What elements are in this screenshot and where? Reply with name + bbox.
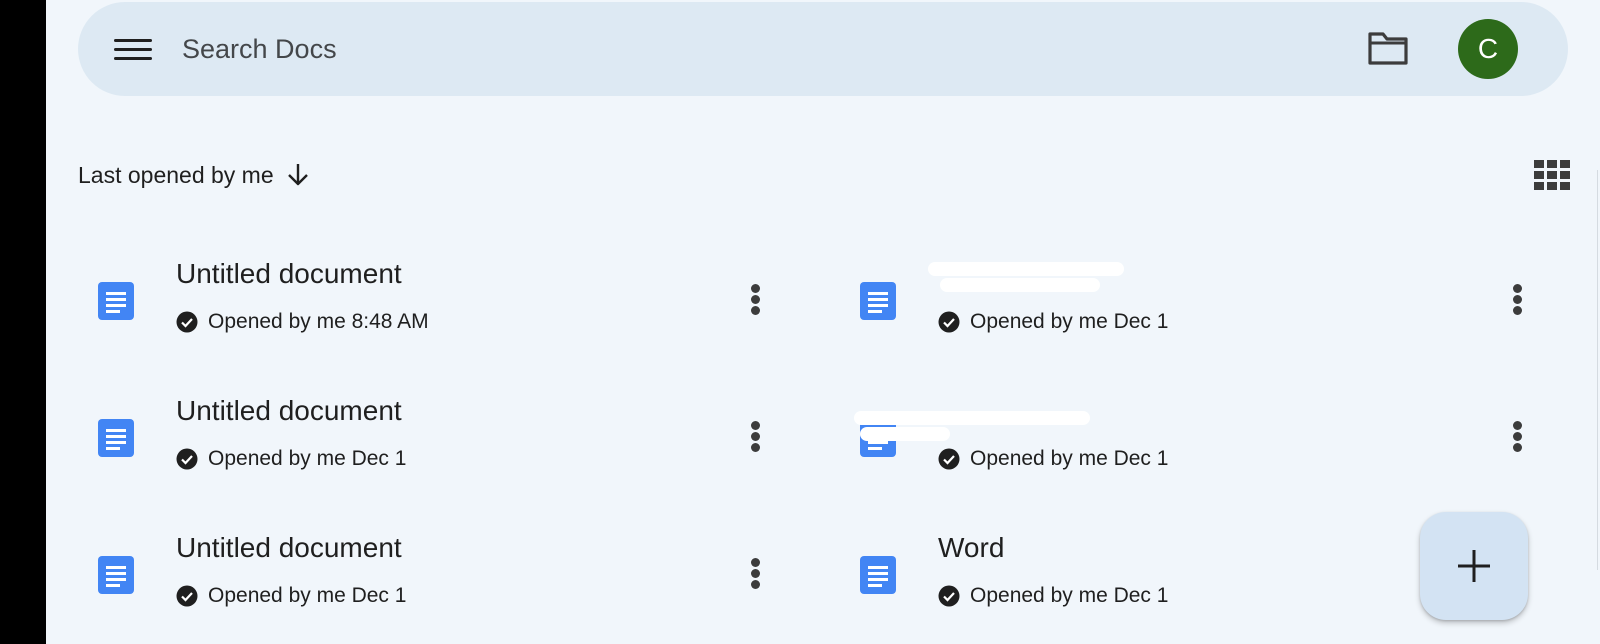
document-subtitle: Opened by me Dec 1 xyxy=(208,447,407,470)
check-circle-icon xyxy=(176,585,198,607)
redaction-mark xyxy=(860,427,950,441)
search-bar[interactable]: C xyxy=(78,2,1568,96)
more-vert-icon[interactable] xyxy=(744,554,768,594)
redaction-mark xyxy=(854,411,1090,425)
google-docs-icon xyxy=(860,556,896,594)
document-subtitle: Opened by me Dec 1 xyxy=(970,584,1169,607)
document-subtitle: Opened by me Dec 1 xyxy=(208,584,407,607)
document-item[interactable]: Opened by me Dec 1 xyxy=(840,240,1560,360)
google-docs-icon xyxy=(98,419,134,457)
check-circle-icon xyxy=(938,448,960,470)
document-meta: Opened by me Dec 1 xyxy=(938,584,1168,608)
google-docs-icon xyxy=(860,282,896,320)
document-item[interactable]: Opened by me Dec 1 xyxy=(840,377,1560,497)
check-circle-icon xyxy=(176,448,198,470)
document-meta: Opened by me 8:48 AM xyxy=(176,310,429,334)
document-item[interactable]: Untitled document Opened by me Dec 1 xyxy=(78,377,798,497)
grid-view-icon[interactable] xyxy=(1534,160,1570,190)
new-document-fab[interactable] xyxy=(1420,512,1528,620)
search-input[interactable] xyxy=(182,26,1332,72)
more-vert-icon[interactable] xyxy=(744,280,768,320)
google-docs-icon xyxy=(98,282,134,320)
document-meta: Opened by me Dec 1 xyxy=(938,447,1168,471)
google-docs-icon xyxy=(98,556,134,594)
document-title: Word xyxy=(938,532,1005,563)
more-vert-icon[interactable] xyxy=(744,417,768,457)
docs-app: C Last opened by me Untitled document xyxy=(46,0,1600,644)
document-subtitle: Opened by me Dec 1 xyxy=(970,310,1169,333)
more-vert-icon[interactable] xyxy=(1506,417,1530,457)
plus-icon xyxy=(1458,550,1490,582)
document-item[interactable]: Untitled document Opened by me 8:48 AM xyxy=(78,240,798,360)
check-circle-icon xyxy=(938,311,960,333)
arrow-down-icon xyxy=(287,164,308,186)
document-title: Untitled document xyxy=(176,258,402,289)
sort-label: Last opened by me xyxy=(78,161,274,188)
redaction-mark xyxy=(928,262,1124,276)
document-meta: Opened by me Dec 1 xyxy=(938,310,1168,334)
more-vert-icon[interactable] xyxy=(1506,280,1530,320)
check-circle-icon xyxy=(938,585,960,607)
document-meta: Opened by me Dec 1 xyxy=(176,584,406,608)
redaction-mark xyxy=(940,278,1100,292)
folder-icon[interactable] xyxy=(1366,28,1410,68)
document-title: Untitled document xyxy=(176,395,402,426)
document-subtitle: Opened by me Dec 1 xyxy=(970,447,1169,470)
account-avatar[interactable]: C xyxy=(1458,19,1518,79)
check-circle-icon xyxy=(176,311,198,333)
hamburger-menu-icon[interactable] xyxy=(114,36,152,64)
sort-control[interactable]: Last opened by me xyxy=(78,158,310,192)
document-item[interactable]: Untitled document Opened by me Dec 1 xyxy=(78,514,798,634)
document-subtitle: Opened by me 8:48 AM xyxy=(208,310,429,333)
document-title: Untitled document xyxy=(176,532,402,563)
document-meta: Opened by me Dec 1 xyxy=(176,447,406,471)
